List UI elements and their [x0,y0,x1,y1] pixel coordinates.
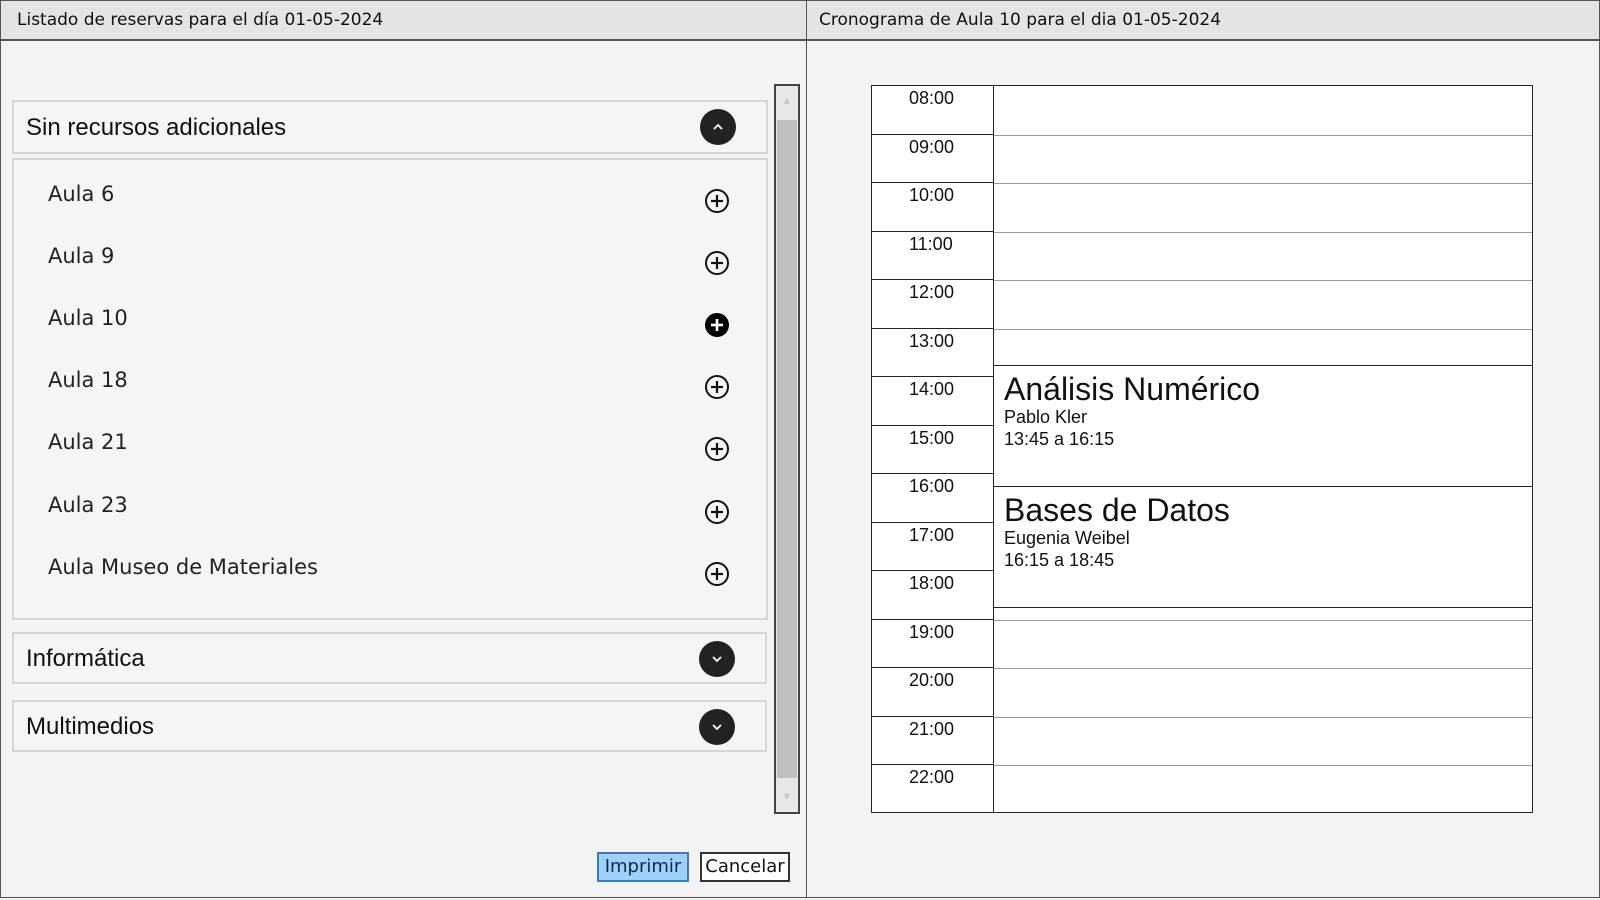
expand-button[interactable] [699,641,735,677]
event-teacher: Pablo Kler [1004,407,1088,427]
group-header-sin-recursos[interactable]: Sin recursos adicionales [12,100,768,154]
add-circle-filled-icon[interactable] [704,312,730,338]
room-list: Aula 6 Aula 9 Aula 10 Aula 18 Aula 21 Au… [12,158,768,620]
scroll-thumb[interactable] [777,120,797,778]
group-title: Multimedios [26,713,155,740]
print-button[interactable]: Imprimir [597,852,689,882]
room-item-aula-21[interactable]: Aula 21 [14,422,766,472]
time-label: 16:00 [909,476,955,496]
room-label: Aula 23 [48,493,128,517]
time-slot: 08:00 [872,86,993,135]
slot-column: Análisis Numérico Pablo Kler 13:45 a 16:… [994,86,1532,812]
slot-divider [994,231,1532,233]
chevron-down-icon [712,724,722,731]
time-slot: 19:00 [872,620,993,668]
time-slot: 12:00 [872,280,993,329]
time-label: 13:00 [909,330,955,351]
event-title: Bases de Datos [1004,492,1230,528]
time-label: 19:00 [909,621,955,642]
room-label: Aula 6 [48,182,115,206]
event-time: 13:45 a 16:15 [1004,429,1115,449]
slot-divider [994,328,1532,330]
scroll-up-arrow-icon[interactable]: ▲ [776,86,798,116]
group-header-multimedios[interactable]: Multimedios [12,700,767,752]
add-circle-icon[interactable] [704,250,730,276]
schedule-panel-title: Cronograma de Aula 10 para el dia 01-05-… [807,1,1599,41]
group-header-informatica[interactable]: Informática [12,632,767,684]
event-block[interactable]: Análisis Numérico Pablo Kler 13:45 a 16:… [994,365,1532,487]
time-label: 09:00 [909,136,955,157]
room-item-aula-23[interactable]: Aula 23 [14,485,766,535]
time-label: 15:00 [909,427,955,448]
time-label: 22:00 [909,767,955,787]
slot-divider [994,765,1532,766]
slot-divider [994,619,1532,621]
time-label: 21:00 [909,718,955,739]
room-label: Aula Museo de Materiales [48,555,318,579]
room-item-aula-6[interactable]: Aula 6 [14,174,766,224]
schedule-grid: 08:00 09:00 10:00 11:00 12:00 13:00 14:0… [871,85,1533,813]
slot-divider [994,716,1532,718]
time-column: 08:00 09:00 10:00 11:00 12:00 13:00 14:0… [872,86,994,812]
time-slot: 18:00 [872,571,993,620]
slot-divider [994,280,1532,281]
room-label: Aula 18 [48,368,128,392]
time-slot: 22:00 [872,765,993,814]
collapse-button[interactable] [700,109,736,145]
time-slot: 20:00 [872,668,993,717]
time-label: 18:00 [909,573,955,593]
time-slot: 21:00 [872,717,993,765]
time-label: 14:00 [909,379,955,399]
add-circle-icon[interactable] [704,374,730,400]
room-item-aula-museo[interactable]: Aula Museo de Materiales [14,547,766,597]
event-block[interactable]: Bases de Datos Eugenia Weibel 16:15 a 18… [994,486,1532,608]
slot-divider [994,668,1532,669]
vertical-scrollbar[interactable]: ▲ ▼ [774,84,800,814]
slot-divider [994,134,1532,136]
add-circle-icon[interactable] [704,499,730,525]
reservations-panel-title: Listado de reservas para el día 01-05-20… [1,1,807,41]
group-title: Sin recursos adicionales [26,114,287,141]
expand-button[interactable] [699,709,735,745]
time-label: 12:00 [909,282,955,302]
room-label: Aula 9 [48,244,115,268]
event-teacher: Eugenia Weibel [1004,528,1130,548]
time-slot: 11:00 [872,232,993,280]
room-label: Aula 21 [48,430,128,454]
add-circle-icon[interactable] [704,188,730,214]
cancel-button[interactable]: Cancelar [700,852,790,882]
time-slot: 09:00 [872,135,993,183]
time-label: 11:00 [909,233,953,254]
time-label: 17:00 [909,524,955,545]
room-item-aula-18[interactable]: Aula 18 [14,360,766,410]
event-time: 16:15 a 18:45 [1004,550,1115,570]
time-slot: 15:00 [872,426,993,474]
time-slot: 16:00 [872,474,993,523]
add-circle-icon[interactable] [704,561,730,587]
time-slot: 10:00 [872,183,993,232]
event-title: Análisis Numérico [1004,371,1261,407]
time-slot: 13:00 [872,329,993,377]
time-label: 20:00 [909,670,955,690]
chevron-down-icon [712,656,722,663]
time-label: 08:00 [909,88,955,108]
room-item-aula-9[interactable]: Aula 9 [14,236,766,286]
room-label: Aula 10 [48,306,128,330]
add-circle-icon[interactable] [704,436,730,462]
time-slot: 17:00 [872,523,993,571]
scroll-down-arrow-icon[interactable]: ▼ [776,782,798,812]
time-label: 10:00 [909,185,955,205]
time-slot: 14:00 [872,377,993,426]
slot-divider [994,183,1532,184]
room-item-aula-10[interactable]: Aula 10 [14,298,766,348]
chevron-up-icon [713,123,723,130]
group-title: Informática [26,645,145,672]
